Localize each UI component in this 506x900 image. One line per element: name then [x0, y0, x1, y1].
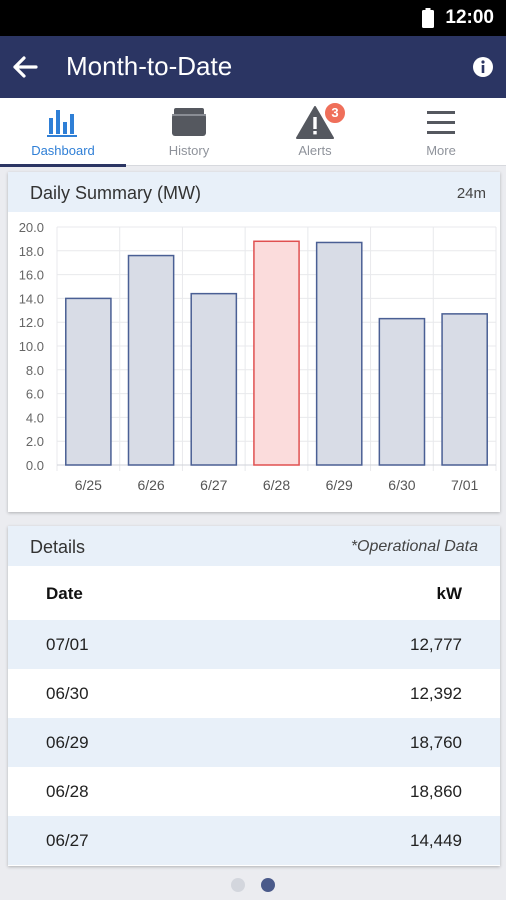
x-tick-label: 6/28 — [263, 477, 290, 493]
y-tick-label: 18.0 — [19, 244, 44, 259]
tab-label: History — [168, 143, 210, 158]
archive-box-icon — [172, 108, 206, 136]
row-date: 06/27 — [46, 831, 89, 850]
tab-label: Dashboard — [31, 143, 95, 158]
table-row: 06/29 18,760 — [8, 718, 500, 767]
chart-bar — [441, 313, 488, 466]
x-tick-label: 6/25 — [75, 477, 102, 493]
row-value: 12,392 — [410, 684, 462, 703]
bar-chart-icon — [47, 110, 77, 137]
y-tick-label: 6.0 — [26, 387, 44, 402]
card-header: Details *Operational Data — [8, 526, 500, 566]
table-row: 06/27 14,449 — [8, 816, 500, 865]
table-row: 06/30 12,392 — [8, 669, 500, 718]
y-tick-label: 10.0 — [19, 339, 44, 354]
row-value: 18,860 — [410, 782, 462, 801]
y-tick-label: 0.0 — [26, 458, 44, 473]
row-date: 07/01 — [46, 635, 89, 654]
tab-active-indicator — [0, 164, 126, 167]
chart-bar — [65, 297, 112, 466]
chart-bar — [315, 241, 363, 466]
card-header: Daily Summary (MW) 24m — [8, 172, 500, 212]
y-tick-label: 4.0 — [26, 410, 44, 425]
row-date: 06/28 — [46, 782, 89, 801]
row-value: 18,760 — [410, 733, 462, 752]
tab-label: More — [426, 143, 456, 158]
y-tick-label: 8.0 — [26, 363, 44, 378]
page-title: Month-to-Date — [66, 51, 233, 81]
alerts-count-badge: 3 — [323, 101, 347, 125]
x-tick-label: 6/27 — [200, 477, 227, 493]
tab-bar: Dashboard History 3 Alerts More — [0, 98, 506, 167]
table-row: 07/01 12,777 — [8, 620, 500, 669]
x-tick-label: 6/26 — [137, 477, 164, 493]
row-value: 14,449 — [410, 831, 462, 850]
chart-bar — [378, 317, 426, 466]
y-tick-label: 12.0 — [19, 315, 44, 330]
tab-dashboard[interactable]: Dashboard — [0, 98, 126, 167]
y-tick-label: 16.0 — [19, 268, 44, 283]
page-indicator — [0, 876, 506, 894]
page-dot[interactable] — [231, 878, 245, 892]
chart-bar — [127, 254, 175, 466]
table-header: Date kW — [8, 566, 500, 620]
chart-bar — [190, 292, 238, 466]
column-header-kw: kW — [436, 584, 463, 603]
x-tick-label: 6/29 — [326, 477, 353, 493]
page-dot-active[interactable] — [261, 878, 275, 892]
tab-history[interactable]: History — [126, 98, 252, 166]
tab-more[interactable]: More — [378, 98, 504, 166]
refresh-interval: 24m — [456, 185, 486, 202]
back-arrow-icon[interactable] — [8, 50, 42, 84]
card-title: Daily Summary (MW) — [30, 183, 201, 203]
tab-alerts[interactable]: 3 Alerts — [252, 98, 378, 166]
tab-label: Alerts — [298, 143, 332, 158]
status-bar: 12:00 — [0, 0, 506, 36]
y-tick-label: 20.0 — [19, 220, 44, 235]
column-header-date: Date — [46, 584, 83, 603]
card-title: Details — [30, 537, 86, 557]
x-tick-label: 6/30 — [388, 477, 415, 493]
y-tick-label: 14.0 — [19, 291, 44, 306]
details-card: Details *Operational Data Date kW 07/01 … — [8, 526, 500, 866]
row-date: 06/29 — [46, 733, 89, 752]
y-tick-label: 2.0 — [26, 434, 44, 449]
daily-summary-card: Daily Summary (MW) 24m 0.0 2.0 4.0 6.0 8.0 10… — [8, 172, 500, 512]
chart-bar-highlighted — [253, 240, 300, 466]
daily-summary-chart: 0.0 2.0 4.0 6.0 8.0 10.0 12.0 14.0 16.0 18.0 20.0 6… — [19, 220, 497, 493]
table-row: 06/28 18,860 — [8, 767, 500, 816]
battery-icon — [422, 8, 434, 28]
info-icon[interactable] — [472, 56, 494, 78]
app-bar: Month-to-Date — [0, 36, 506, 98]
row-date: 06/30 — [46, 684, 89, 703]
status-time: 12:00 — [445, 7, 494, 28]
row-value: 12,777 — [410, 635, 462, 654]
x-tick-label: 7/01 — [451, 477, 478, 493]
menu-icon — [427, 111, 455, 134]
operational-data-note: *Operational Data — [350, 538, 478, 555]
